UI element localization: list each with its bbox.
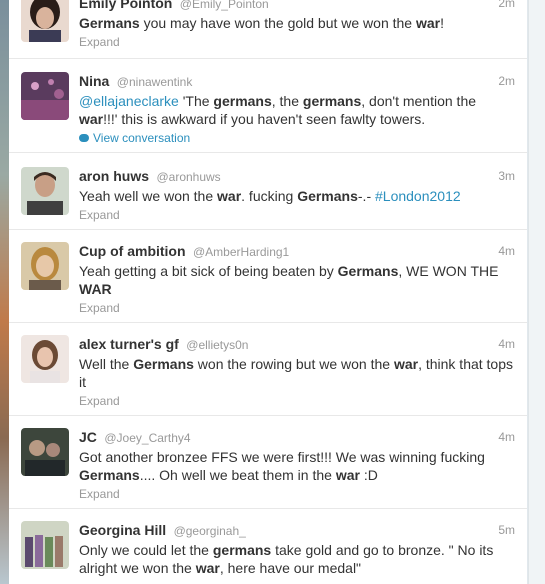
- tweet-text-segment: !!!' this is awkward if you haven't seen…: [103, 111, 426, 127]
- avatar[interactable]: [21, 335, 69, 383]
- tweet-timestamp[interactable]: 3m: [498, 167, 515, 186]
- tweet-text-segment: Yeah getting a bit sick of being beaten …: [79, 263, 338, 279]
- tweet-username[interactable]: @georginah_: [174, 524, 246, 538]
- highlighted-keyword: Germans: [297, 188, 358, 204]
- speech-bubble-icon: [79, 134, 89, 142]
- tweet-fullname[interactable]: alex turner's gf: [79, 336, 179, 352]
- tweet-text-segment: won the rowing but we won the: [193, 356, 394, 372]
- highlighted-keyword: Germans: [133, 356, 194, 372]
- tweet-text-segment: , here have our medal": [219, 560, 362, 576]
- expand-link[interactable]: Expand: [79, 486, 515, 502]
- highlighted-keyword: Germans: [79, 467, 140, 483]
- tweet-item[interactable]: aron huws @aronhuws 3m Yeah well we won …: [9, 153, 527, 230]
- tweet-fullname[interactable]: aron huws: [79, 168, 149, 184]
- expand-link[interactable]: Expand: [79, 34, 515, 50]
- tweet-text-segment: -.-: [357, 188, 375, 204]
- tweet-username[interactable]: @Joey_Carthy4: [104, 431, 190, 445]
- tweet-item[interactable]: Cup of ambition @AmberHarding1 4m Yeah g…: [9, 230, 527, 323]
- highlighted-keyword: Germans: [79, 15, 140, 31]
- tweet-timestamp[interactable]: 4m: [498, 242, 515, 261]
- tweet-timeline: Emily Pointon @Emily_Pointon 2m Germans …: [9, 0, 528, 584]
- tweet-username[interactable]: @ninawentink: [117, 75, 193, 89]
- tweet-text-segment: Only we could let the: [79, 542, 213, 558]
- tweet-timestamp[interactable]: 4m: [498, 428, 515, 447]
- avatar[interactable]: [21, 242, 69, 290]
- tweet-text-segment: . fucking: [241, 188, 298, 204]
- highlighted-keyword: germans: [213, 93, 272, 109]
- tweet-fullname[interactable]: Nina: [79, 73, 109, 89]
- tweet-text: Yeah getting a bit sick of being beaten …: [79, 262, 515, 298]
- tweet-username[interactable]: @ellietys0n: [186, 338, 248, 352]
- tweet-text: @ellajaneclarke 'The germans, the german…: [79, 92, 515, 128]
- tweet-text: Got another bronzee FFS we were first!!!…: [79, 448, 515, 484]
- tweet-fullname[interactable]: Emily Pointon: [79, 0, 172, 11]
- tweet-item[interactable]: Nina @ninawentink 2m @ellajaneclarke 'Th…: [9, 59, 527, 153]
- background-image-strip: [0, 0, 9, 584]
- tweet-timestamp[interactable]: 4m: [498, 335, 515, 354]
- view-conversation-label: View conversation: [93, 131, 191, 145]
- avatar[interactable]: [21, 428, 69, 476]
- highlighted-keyword: war: [335, 467, 360, 483]
- avatar[interactable]: [21, 72, 69, 120]
- expand-link[interactable]: Expand: [79, 300, 515, 316]
- view-conversation-link[interactable]: View conversation: [79, 130, 515, 146]
- tweet-item[interactable]: Georgina Hill @georginah_ 5m Only we cou…: [9, 509, 527, 584]
- tweet-fullname[interactable]: Georgina Hill: [79, 522, 166, 538]
- highlighted-keyword: war: [195, 560, 220, 576]
- tweet-text-segment: .... Oh well we beat them in the: [139, 467, 336, 483]
- tweet-item[interactable]: Emily Pointon @Emily_Pointon 2m Germans …: [9, 0, 527, 59]
- highlighted-keyword: germans: [212, 542, 272, 558]
- tweet-text: Yeah well we won the war. fucking German…: [79, 187, 515, 205]
- tweet-text-segment: !: [440, 15, 444, 31]
- tweet-text-segment: :D: [359, 467, 378, 483]
- tweet-text: Germans you may have won the gold but we…: [79, 14, 515, 32]
- tweet-text: Well the Germans won the rowing but we w…: [79, 355, 515, 391]
- highlighted-keyword: war: [393, 356, 419, 372]
- tweet-username[interactable]: @aronhuws: [156, 170, 220, 184]
- tweet-item[interactable]: JC @Joey_Carthy4 4m Got another bronzee …: [9, 416, 527, 509]
- mention-link[interactable]: @ellajaneclarke: [79, 93, 179, 109]
- tweet-text-segment: 'The: [178, 93, 214, 109]
- tweet-username[interactable]: @Emily_Pointon: [180, 0, 269, 11]
- tweet-item[interactable]: alex turner's gf @ellietys0n 4m Well the…: [9, 323, 527, 416]
- tweet-text-segment: Well the: [79, 356, 134, 372]
- tweet-timestamp[interactable]: 2m: [498, 0, 515, 13]
- tweet-text-segment: , don't mention the: [361, 93, 477, 109]
- tweet-text-segment: , the: [271, 93, 303, 109]
- highlighted-keyword: war: [79, 111, 104, 127]
- highlighted-keyword: WAR: [79, 281, 112, 297]
- tweet-text-segment: Got another bronzee FFS we were first!!!…: [79, 449, 485, 465]
- scrollbar[interactable]: [528, 0, 545, 584]
- avatar[interactable]: [21, 521, 69, 569]
- highlighted-keyword: war: [217, 188, 242, 204]
- tweet-timestamp[interactable]: 2m: [498, 72, 515, 91]
- hashtag-link[interactable]: #London2012: [375, 188, 461, 204]
- tweet-text-segment: , WE WON THE: [398, 263, 499, 279]
- highlighted-keyword: Germans: [337, 263, 399, 279]
- highlighted-keyword: war: [415, 15, 441, 31]
- tweet-fullname[interactable]: JC: [79, 429, 97, 445]
- avatar[interactable]: [21, 167, 69, 215]
- tweet-fullname[interactable]: Cup of ambition: [79, 243, 186, 259]
- tweet-timestamp[interactable]: 5m: [498, 521, 515, 540]
- tweet-text: Only we could let the germans take gold …: [79, 541, 515, 577]
- tweet-text-segment: you may have won the gold but we won the: [139, 15, 416, 31]
- highlighted-keyword: germans: [302, 93, 362, 109]
- tweet-text-segment: Yeah well we won the: [79, 188, 218, 204]
- expand-link[interactable]: Expand: [79, 393, 515, 409]
- avatar[interactable]: [21, 0, 69, 42]
- tweet-username[interactable]: @AmberHarding1: [193, 245, 289, 259]
- expand-link[interactable]: Expand: [79, 207, 515, 223]
